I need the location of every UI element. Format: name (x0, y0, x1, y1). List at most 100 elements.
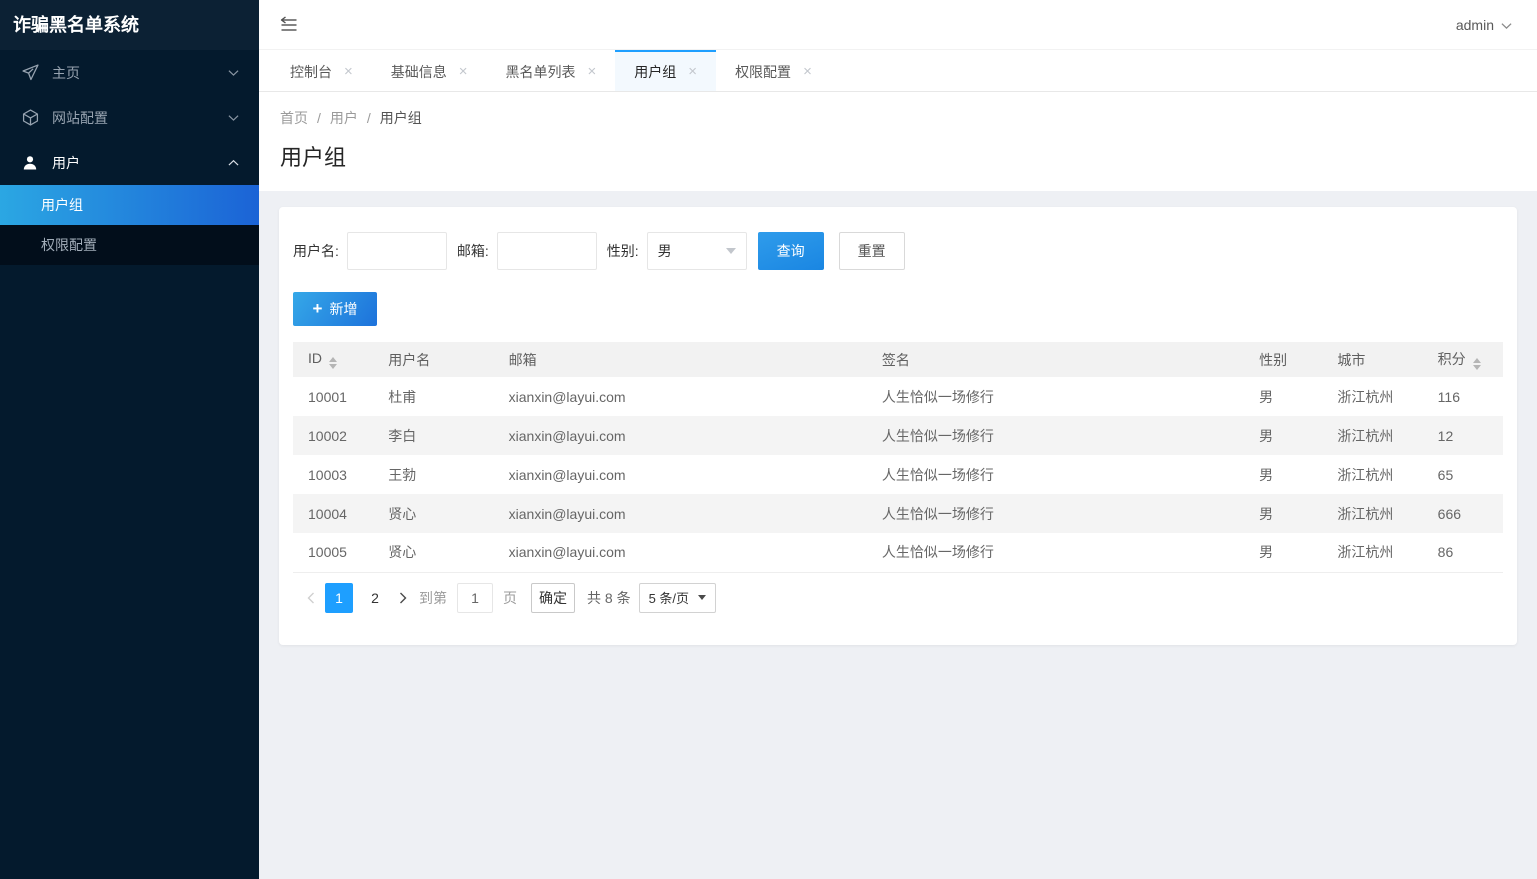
chevron-down-icon (1501, 22, 1512, 30)
close-icon[interactable]: × (588, 64, 597, 79)
sidebar-item-site-config[interactable]: 网站配置 (0, 95, 259, 140)
breadcrumb-item[interactable]: 用户 (330, 108, 358, 128)
user-name: admin (1455, 16, 1494, 33)
cube-icon (22, 109, 39, 126)
chevron-up-icon (228, 159, 239, 167)
cell-id: 10001 (308, 388, 347, 405)
table-body: 10001 杜甫 xianxin@layui.com 人生恰似一场修行男浙江杭州 116… (293, 377, 1503, 572)
gender-selected-value: 男 (657, 243, 672, 259)
username-label: 用户名: (293, 243, 339, 259)
gender-label: 性别: (606, 243, 639, 259)
cell-sign: 人生恰似一场修行 (881, 427, 994, 444)
prev-page-icon[interactable] (301, 592, 321, 604)
reset-button[interactable]: 重置 (838, 232, 905, 270)
page-numbers: 12 (321, 582, 393, 613)
app-title: 诈骗黑名单系统 (0, 0, 259, 50)
email-input[interactable] (496, 232, 597, 270)
cell-city: 浙江杭州 (1337, 388, 1394, 405)
cell-email: xianxin@layui.com (508, 466, 626, 483)
page-button-1[interactable]: 1 (325, 582, 353, 613)
column-header-city: 城市 (1322, 342, 1423, 377)
column-label: 城市 (1337, 351, 1366, 368)
cell-id: 10005 (308, 544, 347, 561)
menu-fold-icon[interactable] (279, 16, 299, 33)
cell-city: 浙江杭州 (1337, 466, 1394, 483)
user-table: ID 用户名 邮箱 签名 性别 城市 积分 10001 杜甫 xianxin@layui.com… (293, 342, 1503, 573)
tab-item[interactable]: 黑名单列表 × (487, 50, 616, 91)
sidebar-item-home[interactable]: 主页 (0, 50, 259, 95)
cell-sex: 男 (1259, 505, 1274, 522)
sidebar-item-permission-config[interactable]: 权限配置 (0, 225, 259, 265)
cell-sex: 男 (1259, 466, 1274, 483)
user-icon (22, 154, 39, 171)
tab-bar: 控制台 × 基础信息 × 黑名单列表 × 用户组 × 权限配置 × (259, 50, 1537, 92)
column-label: 邮箱 (508, 351, 537, 368)
breadcrumb: 首页 / 用户 / 用户组 (280, 108, 1516, 128)
cell-score: 65 (1437, 466, 1454, 483)
next-page-icon[interactable] (393, 592, 413, 604)
column-header-id[interactable]: ID (293, 342, 374, 377)
breadcrumb-title-section: 首页 / 用户 / 用户组 用户组 (259, 92, 1537, 191)
sidebar-item-users[interactable]: 用户 (0, 140, 259, 185)
username-input[interactable] (346, 232, 447, 270)
table-row: 10003 王勃 xianxin@layui.com 人生恰似一场修行 男 浙江杭州 65 (293, 455, 1503, 494)
cell-username: 王勃 (388, 466, 417, 483)
sort-asc-icon[interactable] (1472, 358, 1481, 363)
jump-prefix-label: 到第 (419, 589, 447, 606)
tab-label: 基础信息 (390, 63, 447, 80)
chevron-down-icon (698, 595, 707, 600)
sidebar-item-user-group[interactable]: 用户组 (0, 185, 259, 225)
column-header-sex: 性别 (1244, 342, 1323, 377)
cell-sex: 男 (1259, 427, 1274, 444)
jump-confirm-button[interactable]: 确定 (531, 582, 575, 613)
page-button-2[interactable]: 2 (361, 583, 389, 613)
cell-city: 浙江杭州 (1337, 544, 1394, 561)
sort-desc-icon[interactable] (329, 364, 337, 369)
breadcrumb-separator: / (317, 110, 321, 126)
sort-icon[interactable] (329, 357, 337, 369)
cell-sign: 人生恰似一场修行 (881, 388, 994, 405)
cell-sign: 人生恰似一场修行 (881, 466, 994, 483)
add-button[interactable]: + 新增 (293, 292, 377, 326)
cell-id: 10002 (308, 427, 347, 444)
tab-item[interactable]: 控制台 × (271, 50, 372, 91)
chevron-down-icon (228, 69, 239, 77)
search-button[interactable]: 查询 (757, 232, 824, 270)
top-header: admin (259, 0, 1537, 50)
page-size-select[interactable]: 5 条/页 (638, 582, 717, 613)
tab-item[interactable]: 基础信息 × (372, 50, 487, 91)
cell-email: xianxin@layui.com (508, 388, 626, 405)
cell-score: 666 (1437, 505, 1462, 522)
jump-page-input[interactable] (457, 582, 493, 613)
sidebar-item-label: 主页 (52, 64, 80, 81)
column-header-score[interactable]: 积分 (1422, 342, 1503, 377)
breadcrumb-item[interactable]: 首页 (280, 108, 308, 128)
cell-email: xianxin@layui.com (508, 427, 626, 444)
gender-select[interactable]: 男 (646, 232, 747, 270)
close-icon[interactable]: × (344, 64, 353, 79)
sidebar-item-label: 用户 (52, 154, 80, 171)
main-area: admin 控制台 × 基础信息 × 黑名单列表 × 用户组 × 权限配置 × 首页 / 用户 / 用户组… (259, 0, 1537, 879)
cell-id: 10004 (308, 505, 347, 522)
sort-icon[interactable] (1472, 358, 1481, 370)
tab-label: 权限配置 (735, 63, 792, 80)
column-label: 用户名 (388, 351, 431, 368)
tab-active[interactable]: 用户组 × (615, 50, 717, 91)
cell-city: 浙江杭州 (1337, 505, 1394, 522)
plus-icon: + (312, 299, 323, 318)
table-header-row: ID 用户名 邮箱 签名 性别 城市 积分 (293, 342, 1503, 377)
user-dropdown[interactable]: admin (1456, 17, 1512, 33)
cell-city: 浙江杭州 (1337, 427, 1394, 444)
close-icon[interactable]: × (688, 64, 697, 79)
sort-asc-icon[interactable] (329, 357, 337, 362)
column-label: 积分 (1437, 351, 1466, 367)
cell-score: 86 (1437, 544, 1454, 561)
user-group-card: 用户名: 邮箱: 性别: 男 查询 重置 + 新增 ID 用户名 邮箱 签名 性别 城市 积… (279, 207, 1517, 645)
tab-item[interactable]: 权限配置 × (716, 50, 831, 91)
sort-desc-icon[interactable] (1472, 365, 1481, 370)
page-title: 用户组 (280, 145, 347, 170)
cell-sign: 人生恰似一场修行 (881, 544, 994, 561)
close-icon[interactable]: × (803, 64, 812, 79)
close-icon[interactable]: × (459, 64, 468, 79)
email-label: 邮箱: (456, 243, 489, 259)
